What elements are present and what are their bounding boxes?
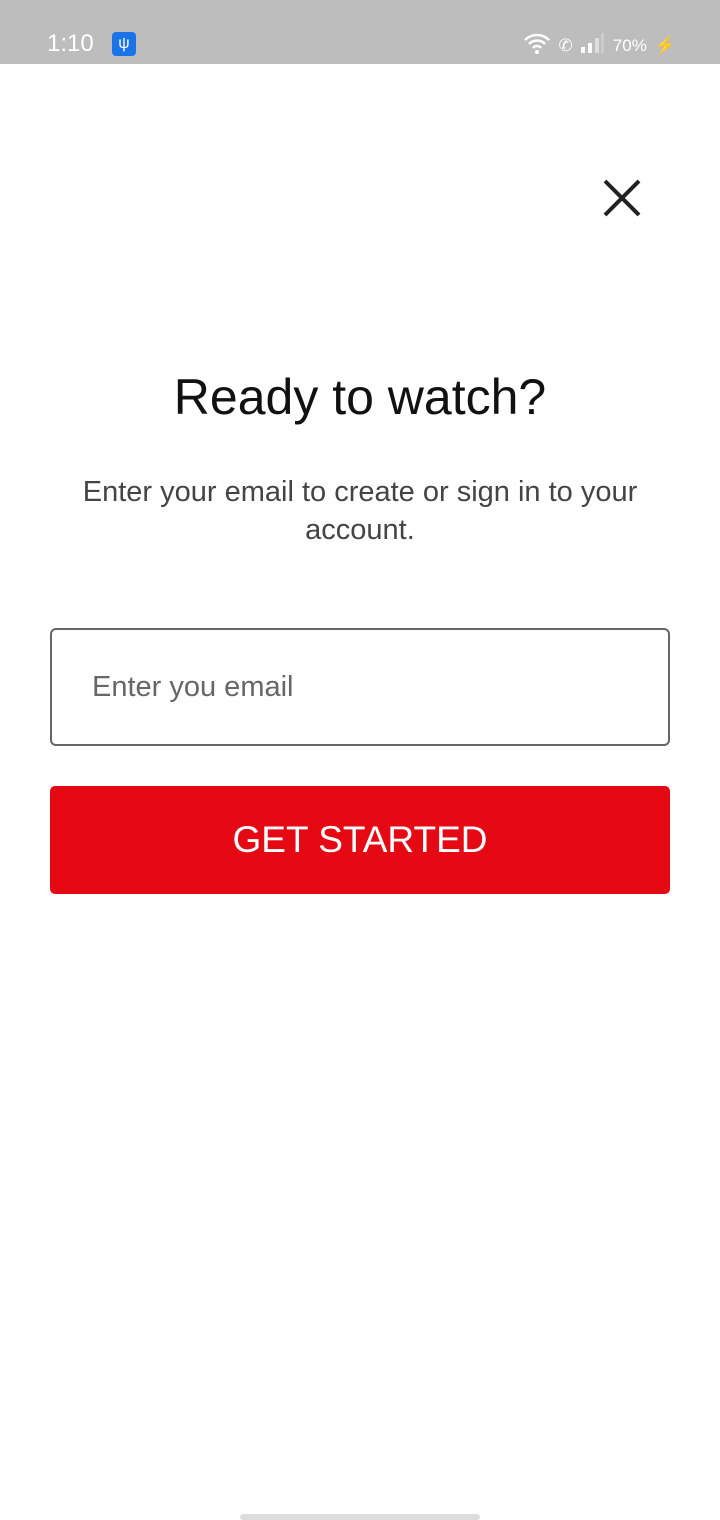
subtitle: Enter your email to create or sign in to… xyxy=(82,476,638,546)
get-started-button[interactable]: GET STARTED xyxy=(50,786,670,894)
close-icon xyxy=(603,179,641,217)
page-title: Ready to watch? xyxy=(173,369,547,425)
battery-level: 70% xyxy=(612,35,647,55)
email-input[interactable] xyxy=(50,628,670,746)
wifi-call-icon: ✆ xyxy=(558,35,573,55)
home-indicator[interactable] xyxy=(240,1514,480,1520)
usb-icon: ψ xyxy=(112,32,136,56)
clock: 1:10 xyxy=(47,30,94,57)
charging-icon: ⚡ xyxy=(654,35,676,55)
close-button[interactable] xyxy=(600,176,644,220)
signal-icon xyxy=(580,33,605,58)
status-bar: 1:10 ψ ✆ 70% ⚡ xyxy=(0,0,720,64)
wifi-icon xyxy=(523,32,551,59)
